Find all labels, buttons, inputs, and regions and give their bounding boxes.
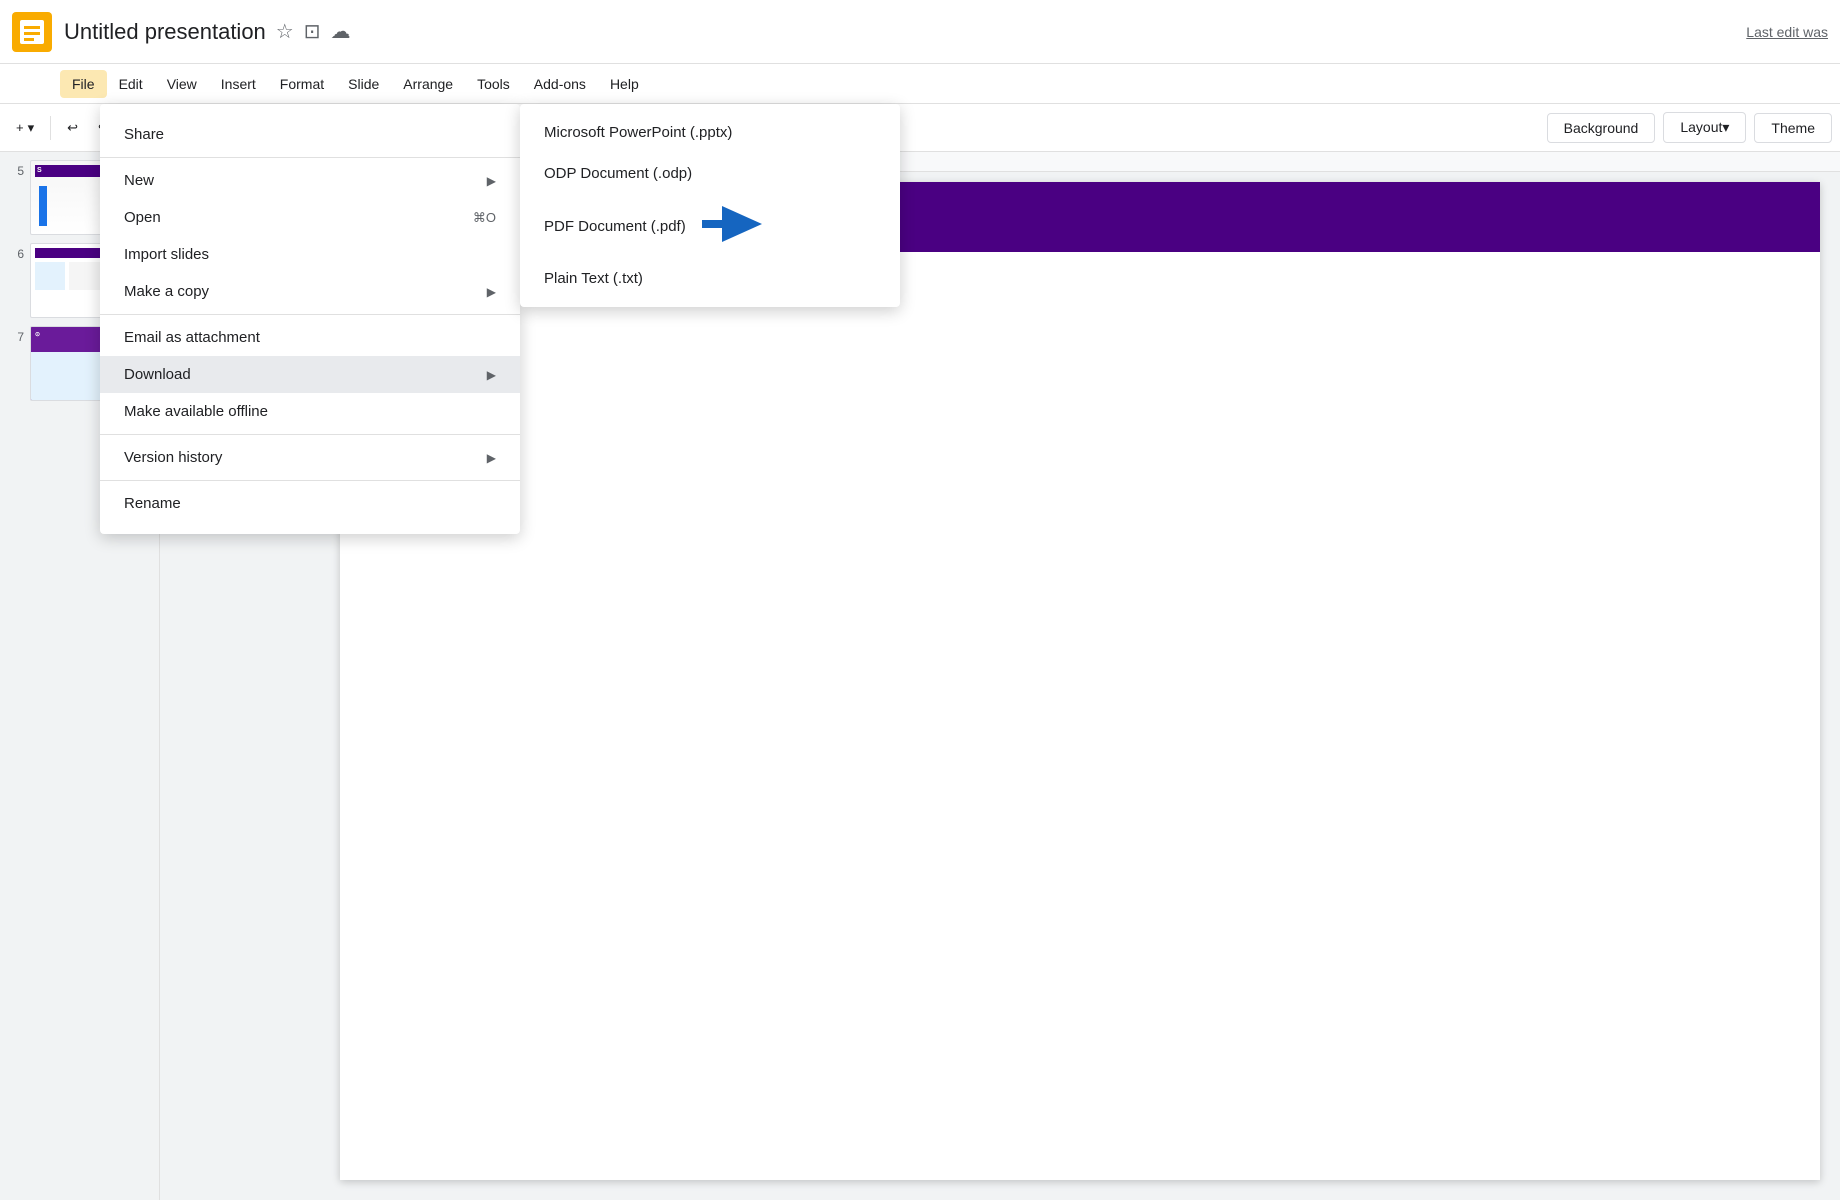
file-menu-offline[interactable]: Make available offline [100,393,520,430]
download-arrow-icon: ▶ [487,368,496,382]
download-pdf[interactable]: PDF Document (.pdf) [520,194,900,258]
menu-tools[interactable]: Tools [465,70,522,98]
file-menu-import[interactable]: Import slides [100,236,520,273]
menu-insert[interactable]: Insert [209,70,268,98]
slide-number-5: 5 [8,160,24,178]
download-submenu: Microsoft PowerPoint (.pptx) ODP Documen… [520,104,900,307]
menu-format[interactable]: Format [268,70,336,98]
menu-file[interactable]: File [60,70,107,98]
menu-slide[interactable]: Slide [336,70,391,98]
menu-view[interactable]: View [155,70,209,98]
file-menu-section-email: Email as attachment Download ▶ Make avai… [100,315,520,435]
undo-button[interactable]: ↩ [59,116,86,140]
last-edit[interactable]: Last edit was [1746,24,1828,40]
file-menu-download[interactable]: Download ▶ [100,356,520,393]
cloud-icon[interactable]: ☁ [331,19,351,44]
dropdown-arrow-icon: ▾ [28,120,35,136]
file-menu-share[interactable]: Share [100,116,520,153]
share-label: Share [124,126,164,143]
file-menu-version[interactable]: Version history ▶ [100,439,520,476]
rename-label: Rename [124,495,181,512]
copy-label: Make a copy [124,283,209,300]
theme-button[interactable]: Theme [1754,113,1832,143]
pdf-arrow-icon [702,206,762,246]
app-logo-icon [12,12,52,52]
menu-addons[interactable]: Add-ons [522,70,598,98]
menu-arrange[interactable]: Arrange [391,70,465,98]
copy-arrow-icon: ▶ [487,285,496,299]
file-menu-section-share: Share [100,112,520,158]
file-menu-open[interactable]: Open ⌘O [100,199,520,236]
import-label: Import slides [124,246,209,263]
slide-number-6: 6 [8,243,24,261]
toolbar-separator [50,116,51,140]
file-menu-section-rename: Rename [100,481,520,526]
download-odp[interactable]: ODP Document (.odp) [520,153,900,194]
plus-icon: + [16,120,24,135]
slide-canvas: remium+ Review Biology: Organ Functions … [340,182,1820,1180]
toolbar-right: Background Layout▾ Theme [1547,112,1832,143]
txt-label: Plain Text (.txt) [544,270,643,287]
download-txt[interactable]: Plain Text (.txt) [520,258,900,299]
file-menu-rename[interactable]: Rename [100,485,520,522]
open-label: Open [124,209,161,226]
background-button[interactable]: Background [1547,113,1656,143]
new-label: New [124,172,154,189]
title-icons: ☆ ⊡ ☁ [276,19,351,44]
file-menu-section-version: Version history ▶ [100,435,520,481]
star-icon[interactable]: ☆ [276,19,294,44]
file-menu-section-new: New ▶ Open ⌘O Import slides Make a copy … [100,158,520,315]
email-label: Email as attachment [124,329,260,346]
layout-button[interactable]: Layout▾ [1663,112,1746,143]
pdf-label: PDF Document (.pdf) [544,218,686,235]
version-label: Version history [124,449,222,466]
file-menu-copy[interactable]: Make a copy ▶ [100,273,520,310]
document-title[interactable]: Untitled presentation [64,19,266,45]
download-pptx[interactable]: Microsoft PowerPoint (.pptx) [520,112,900,153]
file-menu: Share New ▶ Open ⌘O Import slides Make a… [100,104,520,534]
menu-bar: File Edit View Insert Format Slide Arran… [0,64,1840,104]
folder-icon[interactable]: ⊡ [304,19,321,44]
top-bar: Untitled presentation ☆ ⊡ ☁ Last edit wa… [0,0,1840,64]
pptx-label: Microsoft PowerPoint (.pptx) [544,124,732,141]
slide-number-7: 7 [8,326,24,344]
download-label: Download [124,366,191,383]
odp-label: ODP Document (.odp) [544,165,692,182]
new-arrow-icon: ▶ [487,174,496,188]
add-slide-button[interactable]: + ▾ [8,116,42,140]
menu-edit[interactable]: Edit [107,70,155,98]
file-menu-new[interactable]: New ▶ [100,162,520,199]
version-arrow-icon: ▶ [487,451,496,465]
offline-label: Make available offline [124,403,268,420]
menu-help[interactable]: Help [598,70,651,98]
open-shortcut: ⌘O [473,210,496,226]
file-menu-email[interactable]: Email as attachment [100,319,520,356]
